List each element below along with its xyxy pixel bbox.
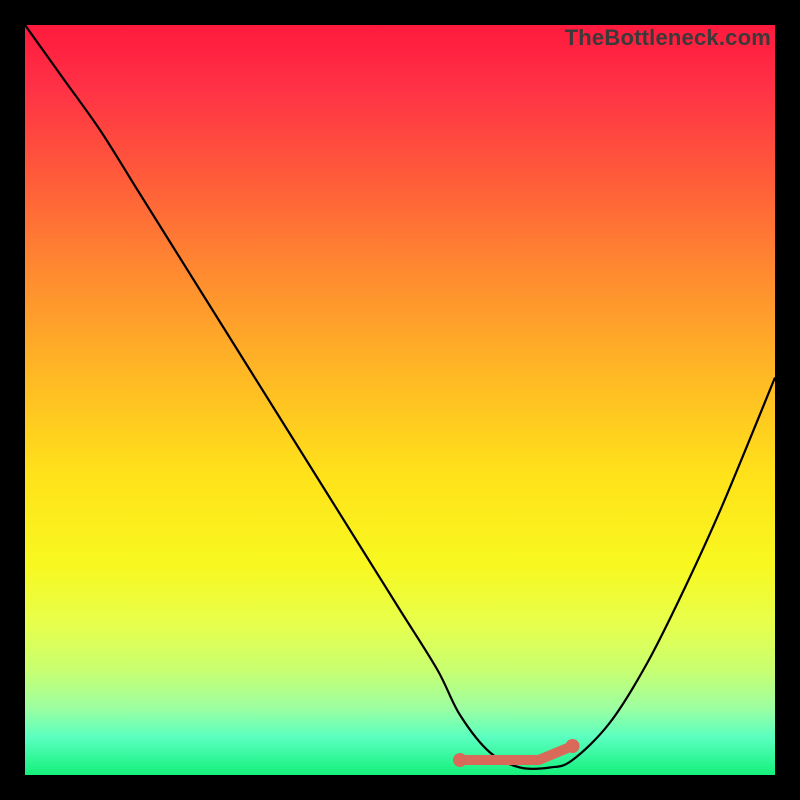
chart-stage: TheBottleneck.com [0,0,800,800]
optimal-start-dot [453,753,467,767]
optimal-end-dot [566,739,580,753]
optimal-range-marker [460,746,573,760]
bottleneck-curve [25,25,775,769]
chart-svg [25,25,775,775]
chart-plot-area: TheBottleneck.com [25,25,775,775]
